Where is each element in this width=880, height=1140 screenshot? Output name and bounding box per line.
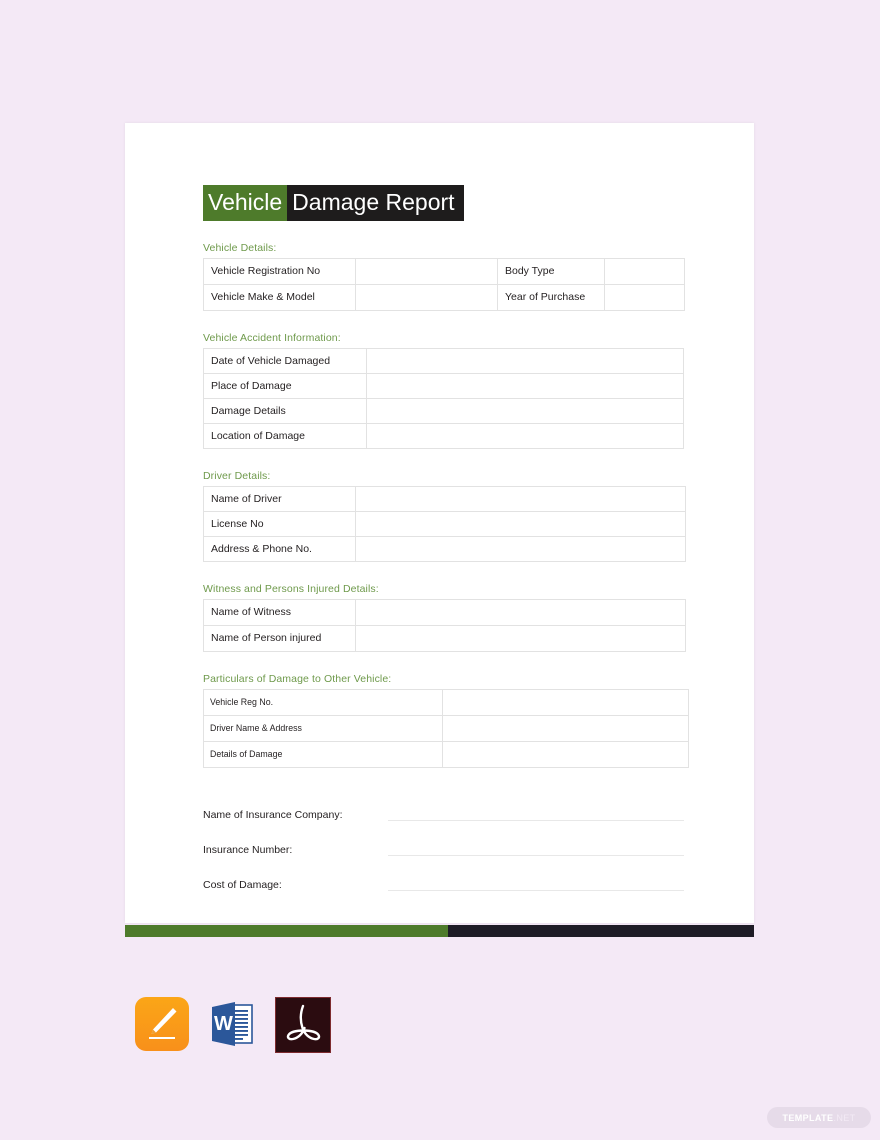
field-row-insurance-company: Name of Insurance Company: <box>203 798 689 824</box>
cell-label: License No <box>203 511 356 537</box>
cell-input[interactable] <box>442 689 689 716</box>
table-row: Vehicle Reg No. <box>203 689 689 716</box>
document-content: Vehicle Damage Report Vehicle Details: V… <box>203 185 689 903</box>
page-title-part-dark: Damage Report <box>287 185 464 221</box>
section-heading-vehicle-details: Vehicle Details: <box>203 242 277 254</box>
page-title: Vehicle Damage Report <box>203 185 464 221</box>
section-heading-driver-details: Driver Details: <box>203 470 271 482</box>
cell-label: Vehicle Reg No. <box>203 689 443 716</box>
table-row: Location of Damage <box>203 423 684 449</box>
field-row-cost-of-damage: Cost of Damage: <box>203 868 689 894</box>
page-title-part-green: Vehicle <box>203 185 288 221</box>
section-heading-witness-details: Witness and Persons Injured Details: <box>203 583 379 595</box>
field-input-line[interactable] <box>388 820 684 821</box>
table-driver-details: Name of Driver License No Address & Phon… <box>203 486 686 562</box>
cell-label: Damage Details <box>203 398 367 424</box>
microsoft-word-icon[interactable]: W <box>205 997 259 1051</box>
field-label: Insurance Number: <box>203 844 293 857</box>
table-row: Place of Damage <box>203 373 684 399</box>
cell-label: Details of Damage <box>203 741 443 768</box>
microsoft-word-glyph: W <box>212 1002 253 1046</box>
cell-label: Year of Purchase <box>497 284 605 311</box>
cell-input[interactable] <box>355 284 498 311</box>
section-heading-accident-info: Vehicle Accident Information: <box>203 332 341 344</box>
cell-input[interactable] <box>442 741 689 768</box>
cell-input[interactable] <box>355 536 686 562</box>
section-heading-other-vehicle: Particulars of Damage to Other Vehicle: <box>203 673 392 685</box>
table-other-vehicle: Vehicle Reg No. Driver Name & Address De… <box>203 689 689 768</box>
table-row: Vehicle Registration No Body Type <box>203 258 685 285</box>
file-format-icons: W <box>135 997 331 1053</box>
table-row: Details of Damage <box>203 741 689 768</box>
table-row: Address & Phone No. <box>203 536 686 562</box>
table-row: License No <box>203 511 686 537</box>
cell-input[interactable] <box>366 348 684 374</box>
cell-input[interactable] <box>442 715 689 742</box>
table-row: Name of Person injured <box>203 625 686 652</box>
table-witness-details: Name of Witness Name of Person injured <box>203 599 686 652</box>
field-label: Cost of Damage: <box>203 879 282 892</box>
cell-input[interactable] <box>366 373 684 399</box>
cell-label: Place of Damage <box>203 373 367 399</box>
cell-input[interactable] <box>604 258 685 285</box>
cell-input[interactable] <box>355 486 686 512</box>
insurance-fields: Name of Insurance Company: Insurance Num… <box>203 798 689 894</box>
cell-label: Date of Vehicle Damaged <box>203 348 367 374</box>
cell-label: Name of Witness <box>203 599 356 626</box>
document-page: Vehicle Damage Report Vehicle Details: V… <box>125 123 754 923</box>
watermark-secondary: .NET <box>833 1112 856 1123</box>
template-net-watermark: TEMPLATE .NET <box>767 1107 871 1128</box>
field-input-line[interactable] <box>388 855 684 856</box>
cell-label: Driver Name & Address <box>203 715 443 742</box>
table-row: Name of Witness <box>203 599 686 626</box>
table-accident-info: Date of Vehicle Damaged Place of Damage … <box>203 348 684 449</box>
cell-label: Vehicle Make & Model <box>203 284 356 311</box>
adobe-pdf-icon[interactable] <box>275 997 331 1053</box>
cell-input[interactable] <box>604 284 685 311</box>
footer-bar-dark-segment <box>448 925 754 937</box>
cell-input[interactable] <box>366 398 684 424</box>
cell-input[interactable] <box>366 423 684 449</box>
cell-input[interactable] <box>355 599 686 626</box>
cell-label: Body Type <box>497 258 605 285</box>
table-row: Driver Name & Address <box>203 715 689 742</box>
cell-label: Name of Driver <box>203 486 356 512</box>
svg-text:W: W <box>214 1013 233 1035</box>
adobe-pdf-glyph <box>286 1004 321 1041</box>
footer-accent-bar <box>125 925 754 937</box>
cell-label: Address & Phone No. <box>203 536 356 562</box>
field-row-insurance-number: Insurance Number: <box>203 833 689 859</box>
cell-label: Name of Person injured <box>203 625 356 652</box>
field-input-line[interactable] <box>388 890 684 891</box>
field-label: Name of Insurance Company: <box>203 809 343 822</box>
cell-input[interactable] <box>355 258 498 285</box>
table-row: Damage Details <box>203 398 684 424</box>
cell-label: Vehicle Registration No <box>203 258 356 285</box>
table-row: Vehicle Make & Model Year of Purchase <box>203 284 685 311</box>
footer-bar-green-segment <box>125 925 448 937</box>
watermark-primary: TEMPLATE <box>782 1112 834 1123</box>
cell-input[interactable] <box>355 625 686 652</box>
table-vehicle-details: Vehicle Registration No Body Type Vehicl… <box>203 258 685 311</box>
table-row: Name of Driver <box>203 486 686 512</box>
apple-pages-icon[interactable] <box>135 997 189 1051</box>
table-row: Date of Vehicle Damaged <box>203 348 684 374</box>
cell-input[interactable] <box>355 511 686 537</box>
cell-label: Location of Damage <box>203 423 367 449</box>
apple-pages-glyph <box>149 1008 177 1039</box>
